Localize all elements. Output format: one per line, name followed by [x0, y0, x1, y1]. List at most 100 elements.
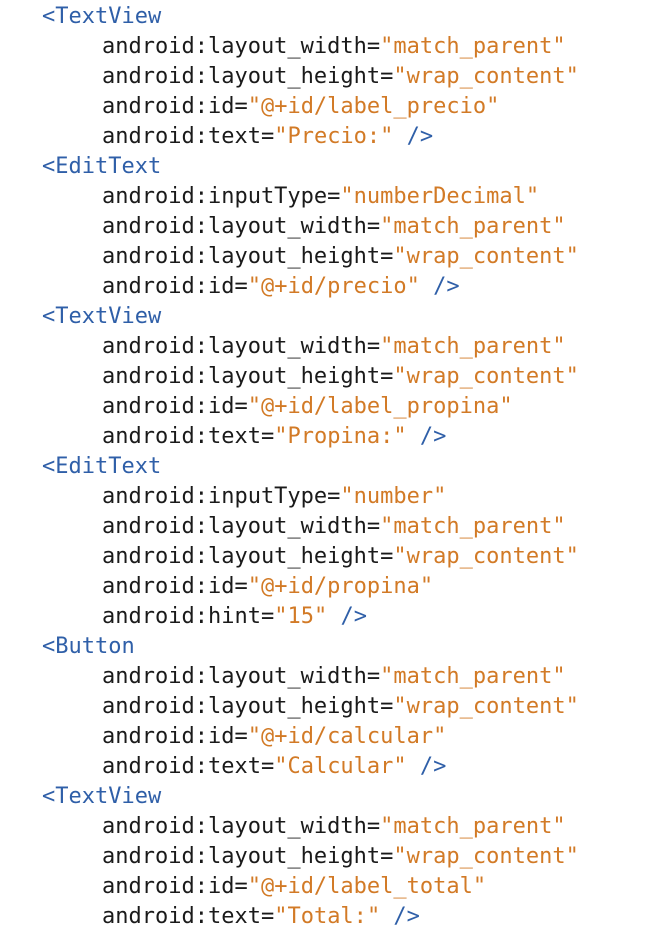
value-quote-close: ": [380, 124, 394, 149]
value-quote-open: ": [274, 904, 288, 929]
attribute-value: @+id/calcular: [260, 724, 434, 749]
attribute-value: @+id/label_total: [260, 874, 473, 899]
attribute-value: 15: [287, 604, 314, 629]
value-quote-close: ": [552, 334, 566, 359]
value-quote-open: ": [393, 364, 407, 389]
attribute-name: android:id: [102, 874, 235, 899]
code-line-attribute: android:inputType="number": [0, 482, 648, 512]
value-quote-open: ": [340, 484, 354, 509]
code-line-attribute: android:text="Propina:" />: [0, 422, 648, 452]
equals-sign: =: [234, 394, 248, 419]
equals-sign: =: [234, 274, 248, 299]
attribute-value: match_parent: [393, 814, 553, 839]
value-quote-open: ": [274, 754, 288, 779]
attribute-name: android:layout_height: [102, 364, 381, 389]
attribute-name: android:layout_height: [102, 544, 381, 569]
value-quote-close: ": [433, 724, 447, 749]
equals-sign: =: [380, 364, 394, 389]
attribute-value: match_parent: [393, 334, 553, 359]
equals-sign: =: [327, 184, 341, 209]
code-line-attribute: android:text="Precio:" />: [0, 122, 648, 152]
tag-name: EditText: [55, 454, 162, 479]
attribute-value: wrap_content: [406, 694, 566, 719]
attribute-value: numberDecimal: [353, 184, 526, 209]
equals-sign: =: [366, 334, 381, 359]
attribute-name: android:id: [102, 574, 235, 599]
attribute-name: android:id: [102, 394, 235, 419]
attribute-name: android:layout_height: [102, 244, 381, 269]
code-line-tag-open: <EditText: [0, 452, 648, 482]
attribute-value: wrap_content: [406, 364, 566, 389]
equals-sign: =: [234, 574, 248, 599]
attribute-value: @+id/label_precio: [260, 94, 487, 119]
value-quote-close: ": [552, 214, 566, 239]
value-quote-open: ": [274, 124, 288, 149]
attribute-name: android:text: [102, 904, 261, 929]
code-line-attribute: android:layout_height="wrap_content": [0, 842, 648, 872]
code-line-attribute: android:layout_width="match_parent": [0, 512, 648, 542]
attribute-name: android:inputType: [102, 184, 328, 209]
equals-sign: =: [234, 874, 248, 899]
code-line-attribute: android:layout_height="wrap_content": [0, 242, 648, 272]
code-line-attribute: android:id="@+id/propina": [0, 572, 648, 602]
tag-name: TextView: [55, 784, 162, 809]
code-line-tag-open: <EditText: [0, 152, 648, 182]
value-quote-open: ": [247, 94, 261, 119]
value-quote-close: ": [406, 274, 420, 299]
value-quote-open: ": [274, 604, 288, 629]
attribute-value: wrap_content: [406, 844, 566, 869]
value-quote-open: ": [340, 184, 354, 209]
attribute-name: android:layout_height: [102, 694, 381, 719]
attribute-value: match_parent: [393, 214, 553, 239]
value-quote-close: ": [552, 664, 566, 689]
tag-name: EditText: [55, 154, 162, 179]
tag-bracket: <: [42, 154, 56, 179]
attribute-value: @+id/label_propina: [260, 394, 500, 419]
attribute-value: wrap_content: [406, 64, 566, 89]
code-editor[interactable]: <TextView android:layout_width="match_par…: [0, 2, 648, 932]
value-quote-close: ": [486, 94, 500, 119]
attribute-value: Calcular: [287, 754, 394, 779]
code-line-attribute: android:layout_height="wrap_content": [0, 362, 648, 392]
equals-sign: =: [380, 64, 394, 89]
tag-self-close: />: [327, 604, 367, 629]
tag-bracket: <: [42, 304, 56, 329]
tag-self-close: />: [419, 274, 460, 299]
attribute-name: android:layout_width: [102, 664, 367, 689]
code-line-attribute: android:layout_height="wrap_content": [0, 542, 648, 572]
code-line-attribute: android:text="Total:" />: [0, 902, 648, 932]
tag-name: TextView: [55, 4, 162, 29]
equals-sign: =: [380, 244, 394, 269]
equals-sign: =: [380, 544, 394, 569]
equals-sign: =: [260, 754, 275, 779]
attribute-value: @+id/propina: [260, 574, 420, 599]
value-quote-close: ": [565, 844, 579, 869]
equals-sign: =: [234, 724, 248, 749]
attribute-name: android:layout_width: [102, 514, 367, 539]
tag-bracket: <: [42, 634, 56, 659]
value-quote-open: ": [380, 814, 394, 839]
value-quote-open: ": [393, 64, 407, 89]
attribute-value: match_parent: [393, 514, 553, 539]
attribute-value: number: [353, 484, 434, 509]
attribute-name: android:layout_width: [102, 214, 367, 239]
value-quote-close: ": [565, 64, 579, 89]
equals-sign: =: [327, 484, 341, 509]
tag-name: Button: [55, 634, 135, 659]
value-quote-open: ": [380, 214, 394, 239]
value-quote-close: ": [565, 364, 579, 389]
value-quote-close: ": [393, 424, 407, 449]
value-quote-open: ": [393, 244, 407, 269]
equals-sign: =: [234, 94, 248, 119]
code-line-attribute: android:id="@+id/calcular": [0, 722, 648, 752]
value-quote-open: ": [393, 544, 407, 569]
attribute-name: android:id: [102, 274, 235, 299]
tag-self-close: />: [380, 904, 420, 929]
value-quote-open: ": [393, 844, 407, 869]
attribute-value: Total:: [287, 904, 367, 929]
value-quote-open: ": [393, 694, 407, 719]
value-quote-open: ": [247, 274, 261, 299]
value-quote-open: ": [247, 874, 261, 899]
value-quote-close: ": [552, 514, 566, 539]
value-quote-close: ": [393, 754, 407, 779]
